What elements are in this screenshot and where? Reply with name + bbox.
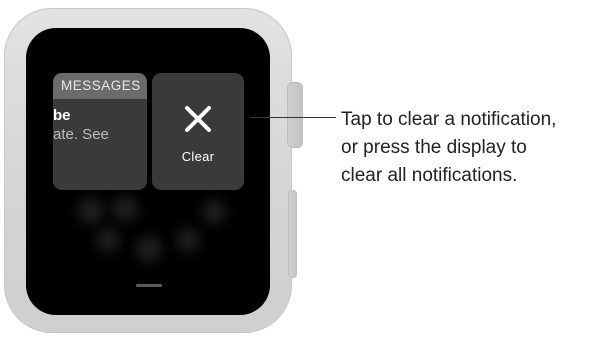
notification-app-name: MESSAGES — [53, 73, 147, 99]
callout-line — [250, 117, 336, 118]
side-button — [288, 190, 297, 278]
callout-line-3: clear all notifications. — [341, 165, 518, 186]
blur-dot — [202, 200, 226, 224]
callout-line-2: or press the display to — [341, 137, 527, 158]
blur-dot — [78, 198, 104, 224]
blur-dot — [136, 236, 162, 262]
blur-dot — [96, 228, 120, 252]
callout-text: Tap to clear a notification, or press th… — [341, 106, 607, 190]
clear-button-label: Clear — [181, 149, 215, 164]
notification-card[interactable]: MESSAGES be ate. See — [53, 73, 147, 190]
clear-button[interactable]: Clear — [152, 73, 244, 190]
watch-screen: MESSAGES be ate. See Clear — [26, 28, 270, 315]
blur-dot — [112, 196, 138, 222]
illustration: MESSAGES be ate. See Clear Tap to clear … — [0, 0, 610, 337]
notification-title: be — [53, 107, 71, 124]
notification-body: ate. See — [53, 126, 109, 143]
close-icon — [185, 106, 211, 132]
blur-dot — [176, 228, 200, 252]
digital-crown — [287, 82, 303, 148]
page-indicator — [136, 284, 162, 287]
callout-line-1: Tap to clear a notification, — [341, 109, 557, 130]
